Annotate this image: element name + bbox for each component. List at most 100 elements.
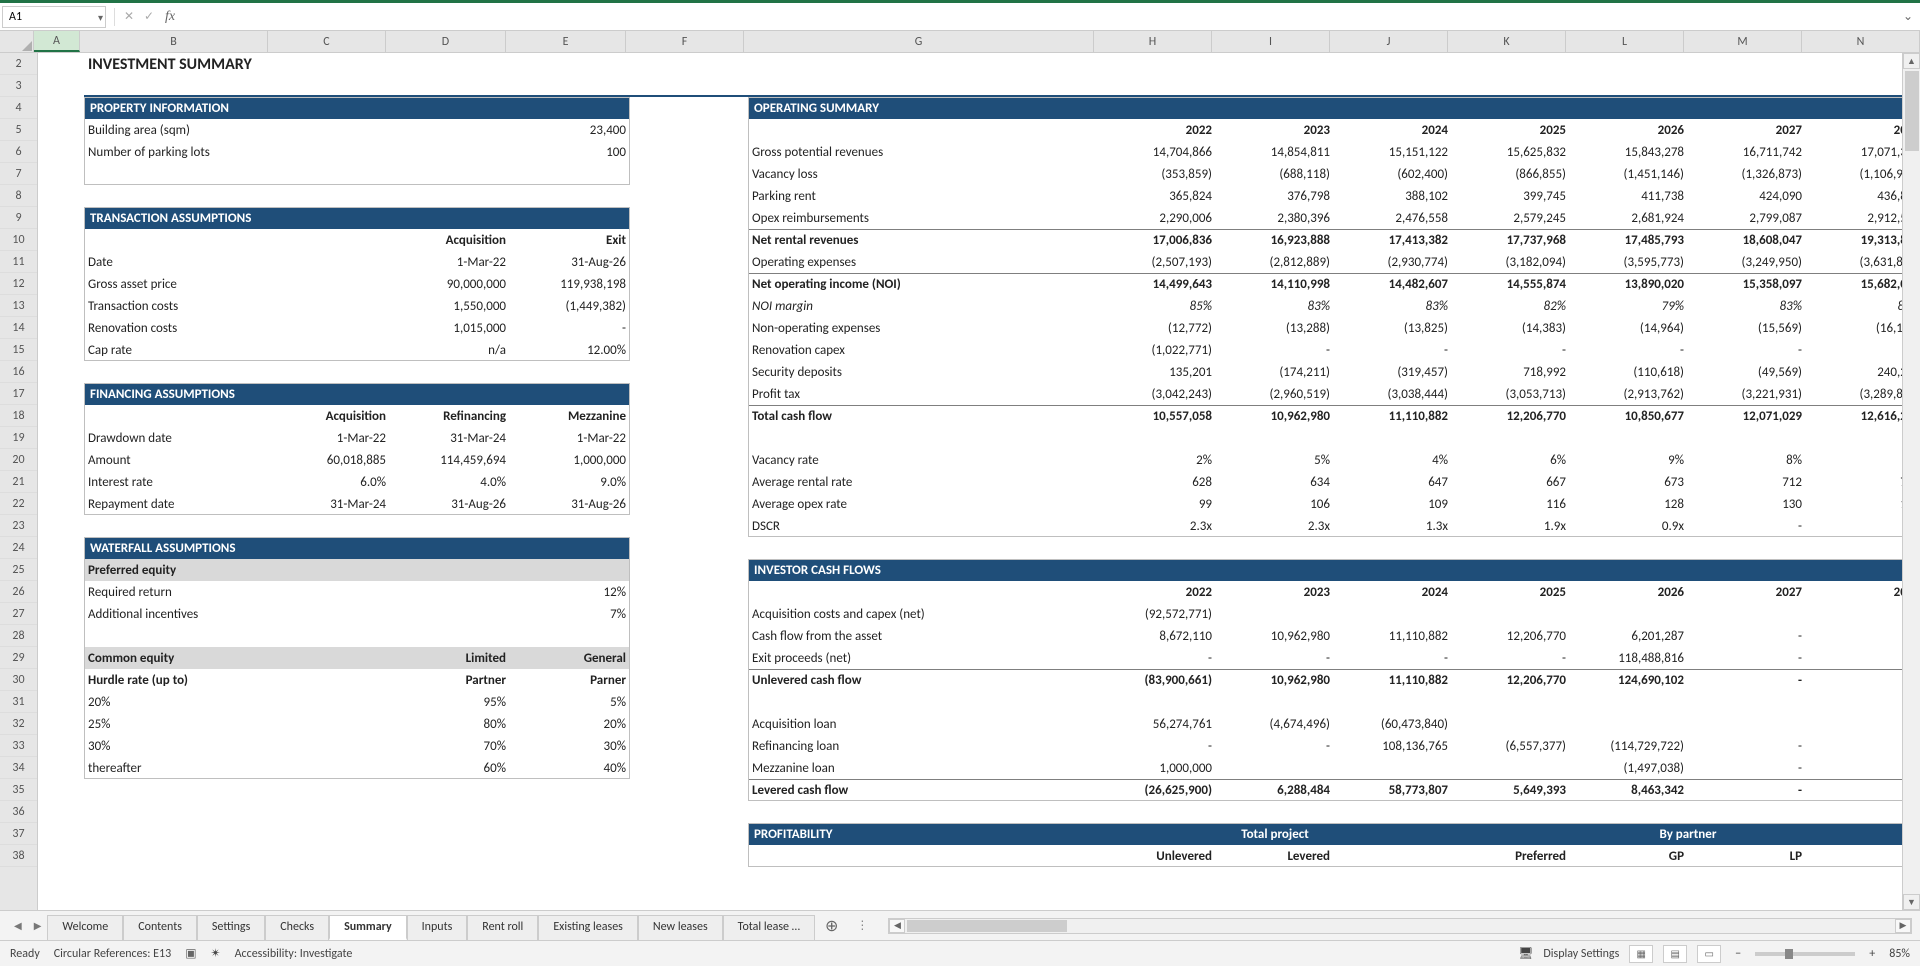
row-head-2[interactable]: 2 bbox=[0, 53, 37, 75]
row-head-28[interactable]: 28 bbox=[0, 625, 37, 647]
cell-r20-c9[interactable]: 4% bbox=[1334, 449, 1452, 471]
cell-r14-c12[interactable]: (15,569) bbox=[1688, 317, 1806, 339]
cell-r13-c3[interactable]: 1,550,000 bbox=[390, 295, 510, 317]
cell-r34-c4[interactable]: 40% bbox=[510, 757, 630, 779]
col-head-L[interactable]: L bbox=[1566, 31, 1684, 52]
row-head-34[interactable]: 34 bbox=[0, 757, 37, 779]
cell-r31-c3[interactable]: 95% bbox=[390, 691, 510, 713]
cell-r34-c3[interactable]: 60% bbox=[390, 757, 510, 779]
cell-r23-c12[interactable]: - bbox=[1688, 515, 1806, 537]
cell-r30-c4[interactable]: Parner bbox=[510, 669, 630, 691]
cell-r8-c10[interactable]: 399,745 bbox=[1452, 185, 1570, 207]
cell-r26-c8[interactable]: 2023 bbox=[1216, 581, 1334, 603]
cell-r13-c1[interactable]: Transaction costs bbox=[84, 295, 390, 317]
row-head-23[interactable]: 23 bbox=[0, 515, 37, 537]
sheet-tab-contents[interactable]: Contents bbox=[123, 915, 197, 940]
cell-r26-c9[interactable]: 2024 bbox=[1334, 581, 1452, 603]
cell-r20-c4[interactable]: 1,000,000 bbox=[510, 449, 630, 471]
cell-r8-c6[interactable]: Parking rent bbox=[748, 185, 1098, 207]
cell-r18-c9[interactable]: 11,110,882 bbox=[1334, 405, 1452, 427]
name-box-dropdown-icon[interactable]: ▾ bbox=[98, 11, 103, 24]
hscroll-left-icon[interactable]: ◀ bbox=[889, 919, 905, 933]
cell-r30-c9[interactable]: 11,110,882 bbox=[1334, 669, 1452, 691]
cell-r30-c8[interactable]: 10,962,980 bbox=[1216, 669, 1334, 691]
cell-r28-c7[interactable]: 8,672,110 bbox=[1098, 625, 1216, 647]
cell-r30-c6[interactable]: Unlevered cash flow bbox=[748, 669, 1098, 691]
cell-r15-c9[interactable]: - bbox=[1334, 339, 1452, 361]
zoom-slider[interactable] bbox=[1755, 952, 1855, 956]
cell-r9-c12[interactable]: 2,799,087 bbox=[1688, 207, 1806, 229]
cell-r17-c9[interactable]: (3,038,444) bbox=[1334, 383, 1452, 405]
fx-icon[interactable]: fx bbox=[159, 9, 181, 25]
sheet-tab-summary[interactable]: Summary bbox=[329, 915, 407, 940]
cell-r35-c7[interactable]: (26,625,900) bbox=[1098, 779, 1216, 801]
cell-r33-c3[interactable]: 70% bbox=[390, 735, 510, 757]
col-head-J[interactable]: J bbox=[1330, 31, 1448, 52]
cell-r18-c3[interactable]: Refinancing bbox=[390, 405, 510, 427]
cell-r21-c6[interactable]: Average rental rate bbox=[748, 471, 1098, 493]
cell-r30-c11[interactable]: 124,690,102 bbox=[1570, 669, 1688, 691]
sheet-tab-settings[interactable]: Settings bbox=[197, 915, 265, 940]
cell-r30-c10[interactable]: 12,206,770 bbox=[1452, 669, 1570, 691]
add-sheet-icon[interactable]: ⊕ bbox=[815, 916, 848, 936]
view-page-break-icon[interactable]: ▭ bbox=[1697, 945, 1721, 963]
cell-r15-c10[interactable]: - bbox=[1452, 339, 1570, 361]
cell-r21-c4[interactable]: 9.0% bbox=[510, 471, 630, 493]
cell-r33-c8[interactable]: - bbox=[1216, 735, 1334, 757]
display-settings-label[interactable]: Display Settings bbox=[1543, 947, 1619, 961]
record-macro-icon[interactable]: ▣ bbox=[185, 946, 196, 961]
cell-r21-c2[interactable]: 6.0% bbox=[272, 471, 390, 493]
cell-r38-c12[interactable]: LP bbox=[1688, 845, 1806, 867]
cell-r24-c1[interactable]: WATERFALL ASSUMPTIONS bbox=[84, 537, 630, 559]
sheet-tab-new-leases[interactable]: New leases bbox=[638, 915, 723, 940]
cell-r20-c8[interactable]: 5% bbox=[1216, 449, 1334, 471]
confirm-icon[interactable]: ✓ bbox=[139, 9, 159, 24]
cell-r38-c11[interactable]: GP bbox=[1570, 845, 1688, 867]
cell-r21-c10[interactable]: 667 bbox=[1452, 471, 1570, 493]
grid[interactable]: INVESTMENT SUMMARYPROPERTY INFORMATIONBu… bbox=[38, 53, 1920, 910]
name-box[interactable]: A1 ▾ bbox=[2, 6, 106, 28]
cell-r17-c8[interactable]: (2,960,519) bbox=[1216, 383, 1334, 405]
cell-r7-c11[interactable]: (1,451,146) bbox=[1570, 163, 1688, 185]
cell-r21-c9[interactable]: 647 bbox=[1334, 471, 1452, 493]
cell-r26-c11[interactable]: 2026 bbox=[1570, 581, 1688, 603]
cell-r13-c8[interactable]: 83% bbox=[1216, 295, 1334, 317]
cell-r33-c10[interactable]: (6,557,377) bbox=[1452, 735, 1570, 757]
cell-r8-c11[interactable]: 411,738 bbox=[1570, 185, 1688, 207]
cell-r20-c10[interactable]: 6% bbox=[1452, 449, 1570, 471]
cell-r12-c7[interactable]: 14,499,643 bbox=[1098, 273, 1216, 295]
select-all-corner[interactable] bbox=[0, 31, 34, 52]
cell-r6-c8[interactable]: 14,854,811 bbox=[1216, 141, 1334, 163]
row-head-19[interactable]: 19 bbox=[0, 427, 37, 449]
sheet-tab-total-lease-[interactable]: Total lease … bbox=[723, 915, 815, 940]
cell-r6-c1[interactable]: Number of parking lots bbox=[84, 141, 510, 163]
cell-r27-c6[interactable]: Acquisition costs and capex (net) bbox=[748, 603, 1098, 625]
cell-r14-c11[interactable]: (14,964) bbox=[1570, 317, 1688, 339]
cell-r35-c11[interactable]: 8,463,342 bbox=[1570, 779, 1688, 801]
cell-r12-c8[interactable]: 14,110,998 bbox=[1216, 273, 1334, 295]
cell-r30-c3[interactable]: Partner bbox=[390, 669, 510, 691]
cell-r6-c6[interactable]: Gross potential revenues bbox=[748, 141, 1098, 163]
cell-r26-c4[interactable]: 12% bbox=[510, 581, 630, 603]
tab-nav-next-icon[interactable]: ▶ bbox=[28, 919, 48, 932]
cell-r8-c8[interactable]: 376,798 bbox=[1216, 185, 1334, 207]
cell-r34-c11[interactable]: (1,497,038) bbox=[1570, 757, 1688, 779]
cell-r28-c10[interactable]: 12,206,770 bbox=[1452, 625, 1570, 647]
vscroll-thumb[interactable] bbox=[1905, 71, 1919, 151]
cell-r9-c1[interactable]: TRANSACTION ASSUMPTIONS bbox=[84, 207, 630, 229]
cell-r17-c7[interactable]: (3,042,243) bbox=[1098, 383, 1216, 405]
cell-r15-c8[interactable]: - bbox=[1216, 339, 1334, 361]
cell-r13-c4[interactable]: (1,449,382) bbox=[510, 295, 630, 317]
sheet-tab-rent-roll[interactable]: Rent roll bbox=[467, 915, 538, 940]
cell-r25-c6[interactable]: INVESTOR CASH FLOWS bbox=[748, 559, 1920, 581]
cell-r33-c1[interactable]: 30% bbox=[84, 735, 390, 757]
col-head-B[interactable]: B bbox=[80, 31, 268, 52]
cell-r5-c4[interactable]: 23,400 bbox=[510, 119, 630, 141]
cell-r16-c12[interactable]: (49,569) bbox=[1688, 361, 1806, 383]
cell-r32-c6[interactable]: Acquisition loan bbox=[748, 713, 1098, 735]
cell-r32-c3[interactable]: 80% bbox=[390, 713, 510, 735]
cell-r9-c6[interactable]: Opex reimbursements bbox=[748, 207, 1098, 229]
cell-r10-c7[interactable]: 17,006,836 bbox=[1098, 229, 1216, 251]
cell-r22-c4[interactable]: 31-Aug-26 bbox=[510, 493, 630, 515]
tab-nav-prev-icon[interactable]: ◀ bbox=[8, 919, 28, 932]
